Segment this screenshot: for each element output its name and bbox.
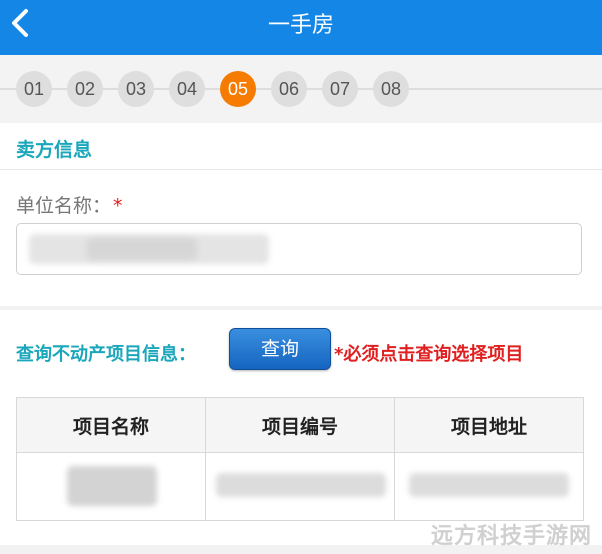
step-08[interactable]: 08 <box>373 71 409 107</box>
watermark: 远方科技手游网 <box>430 524 592 549</box>
step-indicator: 01 02 03 04 05 06 07 08 <box>0 55 602 121</box>
col-project-name: 项目名称 <box>16 397 206 453</box>
redacted-value-core <box>87 238 197 260</box>
step-05-active[interactable]: 05 <box>220 71 256 107</box>
col-project-number: 项目编号 <box>205 397 395 453</box>
unit-name-label-text: 单位名称： <box>16 195 112 217</box>
step-06[interactable]: 06 <box>271 71 307 107</box>
cell-project-name <box>16 452 206 521</box>
unit-name-label: 单位名称： * <box>16 191 123 218</box>
page-title: 一手房 <box>267 13 334 38</box>
section-divider <box>0 169 602 170</box>
cell-project-address <box>394 452 584 521</box>
step-01[interactable]: 01 <box>16 71 52 107</box>
table-header-row: 项目名称 项目编号 项目地址 <box>16 397 584 453</box>
query-button[interactable]: 查询 <box>229 328 331 370</box>
cell-project-number <box>205 452 395 521</box>
redacted-cell <box>216 473 386 497</box>
project-table: 项目名称 项目编号 项目地址 <box>16 397 584 521</box>
step-04[interactable]: 04 <box>169 71 205 107</box>
seller-section-title: 卖方信息 <box>16 139 93 161</box>
step-02[interactable]: 02 <box>67 71 103 107</box>
header-bar: 一手房 <box>0 0 602 55</box>
required-star: * <box>113 195 123 217</box>
step-03[interactable]: 03 <box>118 71 154 107</box>
unit-name-input[interactable] <box>16 223 582 275</box>
col-project-address: 项目地址 <box>394 397 584 453</box>
step-07[interactable]: 07 <box>322 71 358 107</box>
query-label: 查询不动产项目信息： <box>16 344 196 365</box>
required-note: *必须点击查询选择项目 <box>334 344 524 365</box>
redacted-cell <box>67 466 157 506</box>
table-row[interactable] <box>16 452 584 521</box>
seller-panel: 卖方信息 单位名称： * <box>0 123 602 306</box>
query-panel: 查询不动产项目信息： 查询 *必须点击查询选择项目 项目名称 项目编号 项目地址 <box>0 310 602 545</box>
redacted-cell <box>409 473 569 497</box>
